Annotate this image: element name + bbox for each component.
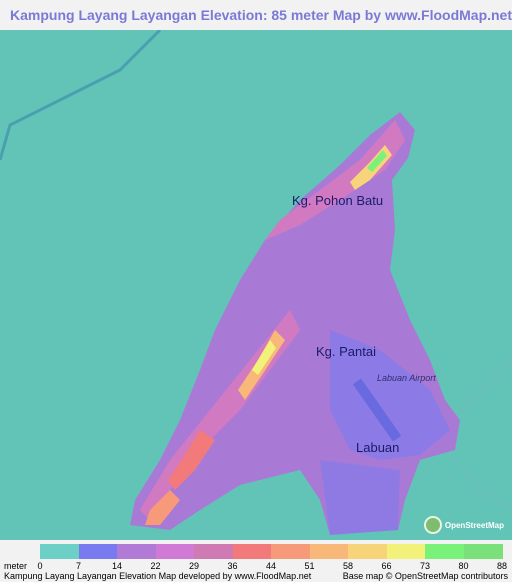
place-label-pantai: Kg. Pantai bbox=[316, 344, 376, 359]
osm-badge: OpenStreetMap bbox=[423, 516, 504, 534]
legend-swatch bbox=[232, 544, 272, 559]
elevation-map[interactable]: Kg. Pohon Batu Kg. Pantai Labuan Airport… bbox=[0, 30, 512, 540]
legend-swatch bbox=[425, 544, 464, 559]
legend-tick-label: 88 bbox=[496, 561, 507, 571]
legend-tick-label: 0 bbox=[37, 561, 43, 571]
legend-swatch bbox=[40, 544, 79, 559]
map-title: Kampung Layang Layangan Elevation: 85 me… bbox=[0, 0, 512, 30]
legend-swatch bbox=[463, 544, 503, 559]
legend-swatch bbox=[155, 544, 195, 559]
legend-tick-label: 29 bbox=[188, 561, 199, 571]
legend-tick-label: 44 bbox=[265, 561, 276, 571]
legend-tick-label: 80 bbox=[458, 561, 469, 571]
elevation-legend: meter 0 7 14 22 29 36 44 51 58 66 73 80 88 Kampung L… bbox=[0, 540, 512, 582]
place-label-labuan: Labuan bbox=[356, 440, 400, 455]
legend-swatch bbox=[348, 544, 387, 559]
legend-tick-label: 51 bbox=[304, 561, 315, 571]
osm-logo-icon bbox=[423, 516, 442, 534]
legend-tick-label: 58 bbox=[342, 561, 353, 571]
osm-badge-label: OpenStreetMap bbox=[444, 520, 504, 530]
place-label-pohon-batu: Kg. Pohon Batu bbox=[292, 193, 384, 208]
credit-osm: Base map © OpenStreetMap contributors bbox=[342, 571, 508, 581]
legend-swatch bbox=[309, 544, 349, 559]
legend-tick-label: 36 bbox=[227, 561, 238, 571]
legend-swatch bbox=[386, 544, 426, 559]
legend-tick-label: 73 bbox=[419, 561, 430, 571]
legend-swatch bbox=[194, 544, 233, 559]
lowland-south bbox=[320, 460, 400, 535]
credit-floodmap: Kampung Layang Layangan Elevation Map de… bbox=[4, 571, 312, 581]
legend-tick-label: 14 bbox=[111, 561, 122, 571]
legend-swatch bbox=[117, 544, 156, 559]
legend-tick-label: 66 bbox=[381, 561, 392, 571]
legend-tick-label: 22 bbox=[150, 561, 161, 571]
legend-unit-label: meter bbox=[4, 561, 28, 571]
legend-tick-label: 7 bbox=[75, 561, 81, 571]
place-label-airport: Labuan Airport bbox=[377, 373, 436, 383]
map-canvas bbox=[0, 30, 512, 540]
legend-swatch bbox=[78, 544, 118, 559]
legend-swatch bbox=[271, 544, 310, 559]
